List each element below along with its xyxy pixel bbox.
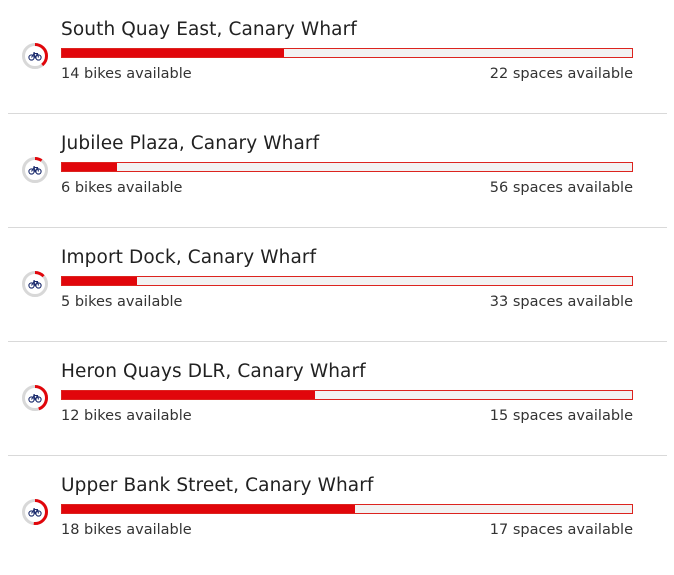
station-name[interactable]: South Quay East, Canary Wharf bbox=[61, 19, 357, 40]
availability-bar bbox=[61, 504, 633, 514]
bikes-fill bbox=[62, 163, 118, 171]
station-item[interactable]: Heron Quays DLR, Canary Wharf 12 bikes a… bbox=[8, 342, 667, 456]
bikes-available: 14 bikes available bbox=[61, 66, 192, 82]
availability-bar bbox=[61, 276, 633, 286]
docking-station-list: South Quay East, Canary Wharf 14 bikes a… bbox=[0, 0, 674, 575]
availability-bar bbox=[61, 48, 633, 58]
station-name[interactable]: Jubilee Plaza, Canary Wharf bbox=[61, 133, 319, 154]
bicycle-icon bbox=[21, 384, 49, 412]
bicycle-icon bbox=[21, 42, 49, 70]
bikes-available: 6 bikes available bbox=[61, 180, 183, 196]
bikes-fill bbox=[62, 505, 356, 513]
spaces-available: 33 spaces available bbox=[489, 294, 633, 310]
bikes-available: 5 bikes available bbox=[61, 294, 183, 310]
station-name[interactable]: Upper Bank Street, Canary Wharf bbox=[61, 475, 374, 496]
station-item[interactable]: South Quay East, Canary Wharf 14 bikes a… bbox=[8, 0, 667, 114]
station-item[interactable]: Jubilee Plaza, Canary Wharf 6 bikes avai… bbox=[8, 114, 667, 228]
bicycle-icon bbox=[21, 498, 49, 526]
bikes-available: 12 bikes available bbox=[61, 408, 192, 424]
spaces-available: 17 spaces available bbox=[489, 522, 633, 538]
spaces-available: 56 spaces available bbox=[489, 180, 633, 196]
bicycle-icon bbox=[21, 156, 49, 184]
bikes-fill bbox=[62, 277, 137, 285]
availability-bar bbox=[61, 162, 633, 172]
station-name[interactable]: Heron Quays DLR, Canary Wharf bbox=[61, 361, 366, 382]
station-item[interactable]: Import Dock, Canary Wharf 5 bikes availa… bbox=[8, 228, 667, 342]
bicycle-icon bbox=[21, 270, 49, 298]
station-item[interactable]: Upper Bank Street, Canary Wharf 18 bikes… bbox=[8, 456, 667, 570]
station-name[interactable]: Import Dock, Canary Wharf bbox=[61, 247, 316, 268]
availability-bar bbox=[61, 390, 633, 400]
bikes-fill bbox=[62, 391, 316, 399]
spaces-available: 22 spaces available bbox=[489, 66, 633, 82]
bikes-fill bbox=[62, 49, 284, 57]
bikes-available: 18 bikes available bbox=[61, 522, 192, 538]
spaces-available: 15 spaces available bbox=[489, 408, 633, 424]
